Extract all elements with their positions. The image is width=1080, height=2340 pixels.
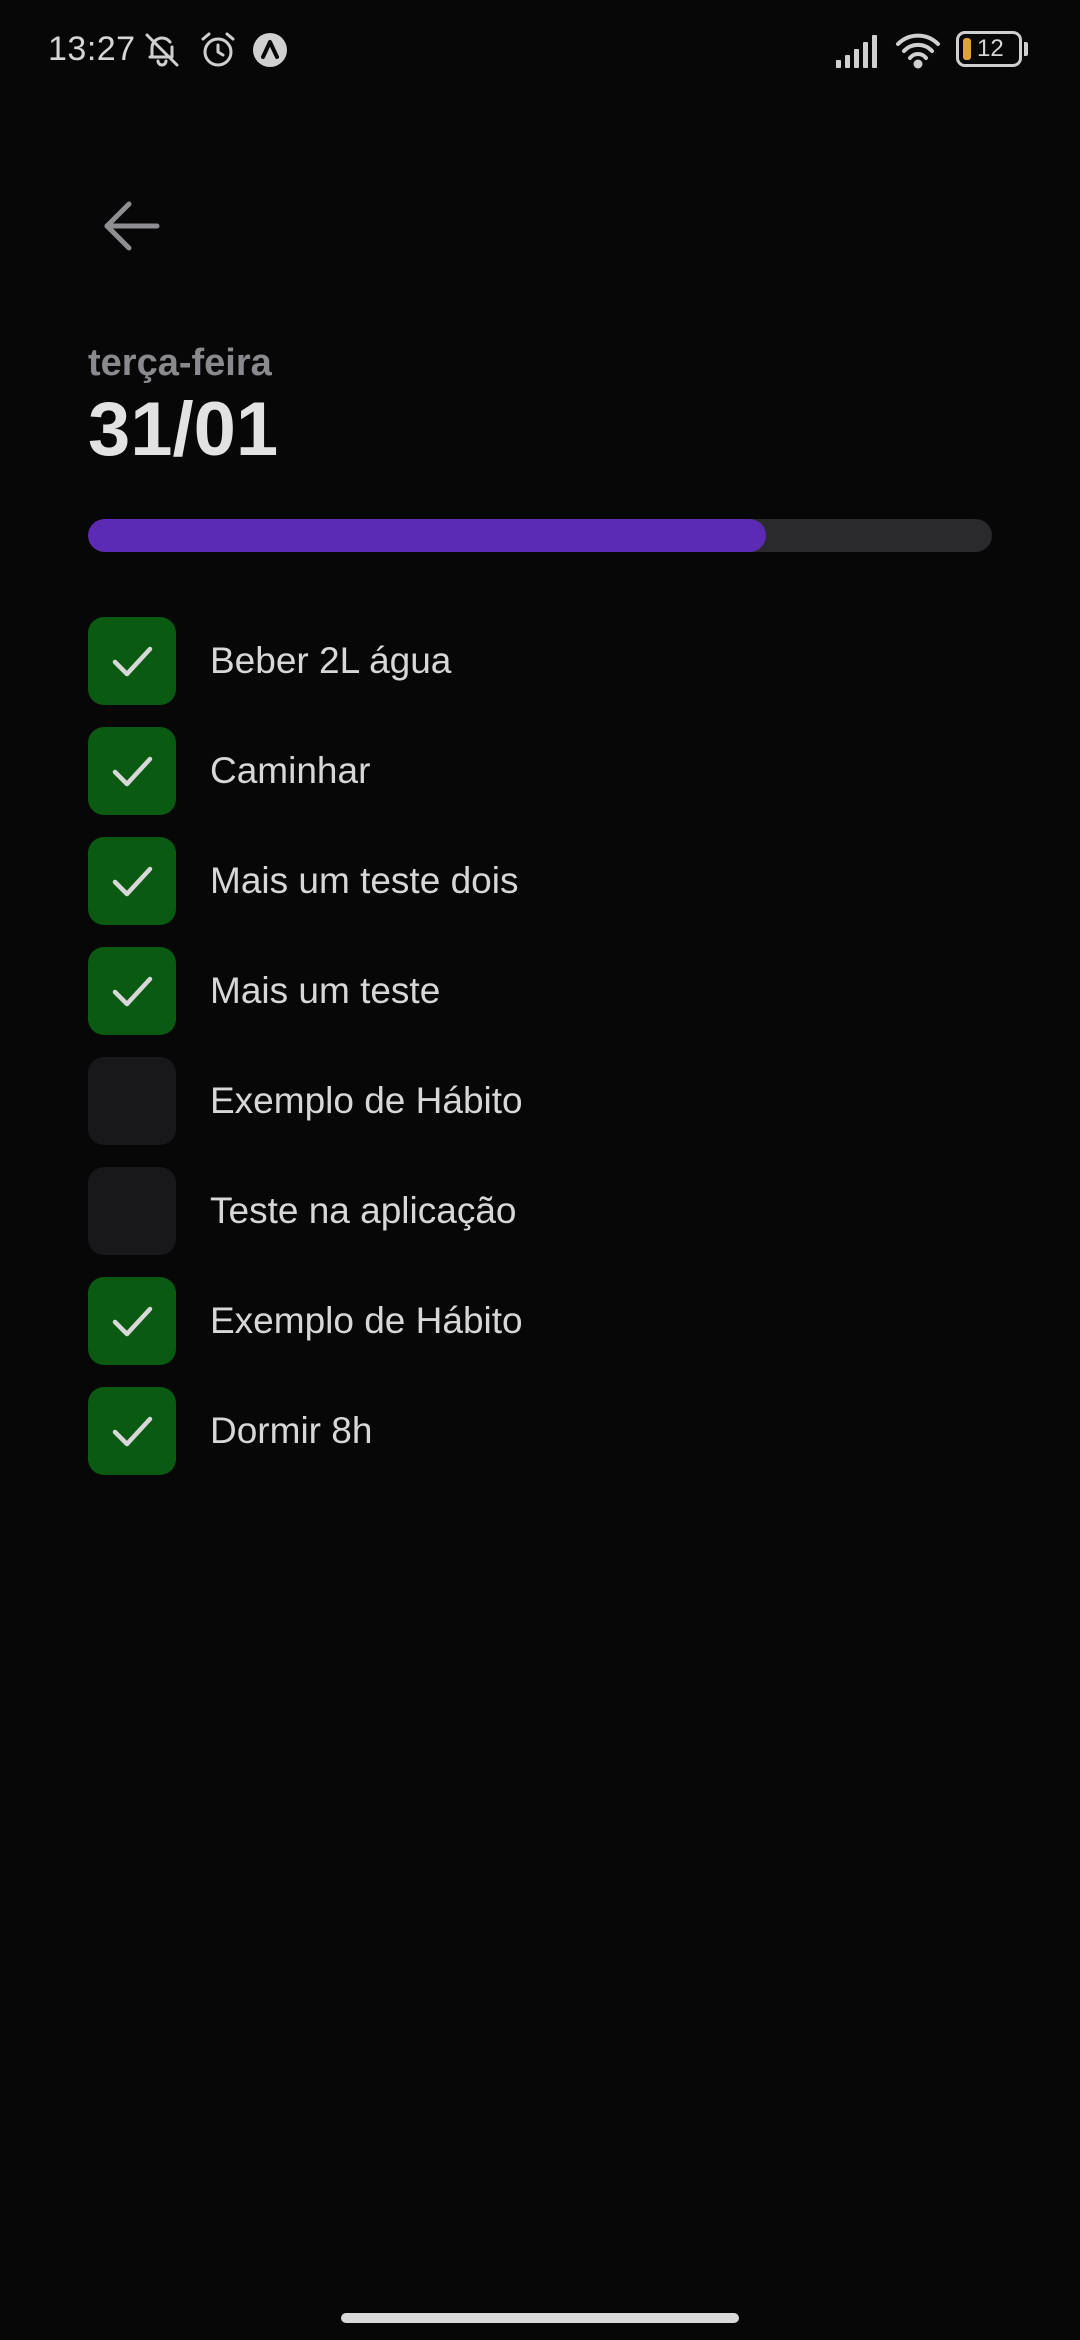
check-icon bbox=[112, 866, 153, 897]
habit-item[interactable]: Mais um teste bbox=[88, 947, 992, 1035]
habit-item[interactable]: Mais um teste dois bbox=[88, 837, 992, 925]
status-time: 13:27 bbox=[48, 30, 136, 68]
wifi-icon bbox=[894, 30, 942, 70]
check-icon bbox=[112, 1416, 153, 1447]
check-icon bbox=[112, 1306, 153, 1337]
habit-item[interactable]: Beber 2L água bbox=[88, 617, 992, 705]
habit-checkbox-unchecked[interactable] bbox=[88, 1167, 176, 1255]
habit-checkbox-checked[interactable] bbox=[88, 1387, 176, 1475]
progress-bar bbox=[88, 519, 992, 552]
status-bar: 13:27 12 bbox=[0, 0, 1080, 100]
signal-icon bbox=[834, 30, 880, 70]
progress-bar-fill bbox=[88, 519, 766, 552]
battery-cap bbox=[1024, 42, 1028, 56]
habit-label: Mais um teste bbox=[210, 970, 441, 1011]
habit-label: Dormir 8h bbox=[210, 1410, 373, 1451]
muted-bell-icon bbox=[142, 30, 182, 70]
arrow-left-icon bbox=[104, 201, 160, 251]
habit-checkbox-checked[interactable] bbox=[88, 837, 176, 925]
battery-level-text: 12 bbox=[977, 35, 1004, 62]
habit-checkbox-checked[interactable] bbox=[88, 947, 176, 1035]
habit-label: Mais um teste dois bbox=[210, 860, 519, 901]
habit-item[interactable]: Dormir 8h bbox=[88, 1387, 992, 1475]
battery-icon: 12 bbox=[956, 31, 1022, 67]
habit-checkbox-unchecked[interactable] bbox=[88, 1057, 176, 1145]
battery-level-fill bbox=[963, 38, 971, 60]
habit-item[interactable]: Caminhar bbox=[88, 727, 992, 815]
check-icon bbox=[112, 646, 153, 677]
weekday-label: terça-feira bbox=[88, 342, 272, 384]
habit-list: Beber 2L água Caminhar Mais um teste doi… bbox=[88, 617, 992, 1497]
back-button[interactable] bbox=[88, 182, 176, 270]
habit-label: Exemplo de Hábito bbox=[210, 1300, 523, 1341]
habit-label: Caminhar bbox=[210, 750, 371, 791]
habit-label: Exemplo de Hábito bbox=[210, 1080, 523, 1121]
habit-label: Teste na aplicação bbox=[210, 1190, 517, 1231]
check-icon bbox=[112, 976, 153, 1007]
date-title: 31/01 bbox=[88, 387, 279, 472]
check-icon bbox=[112, 756, 153, 787]
alarm-icon bbox=[198, 30, 238, 70]
habit-item[interactable]: Exemplo de Hábito bbox=[88, 1277, 992, 1365]
app-notification-icon bbox=[250, 30, 290, 70]
habit-item[interactable]: Teste na aplicação bbox=[88, 1167, 992, 1255]
habit-checkbox-checked[interactable] bbox=[88, 617, 176, 705]
habit-label: Beber 2L água bbox=[210, 640, 452, 681]
home-indicator[interactable] bbox=[341, 2313, 739, 2323]
habit-item[interactable]: Exemplo de Hábito bbox=[88, 1057, 992, 1145]
habit-checkbox-checked[interactable] bbox=[88, 727, 176, 815]
habit-checkbox-checked[interactable] bbox=[88, 1277, 176, 1365]
